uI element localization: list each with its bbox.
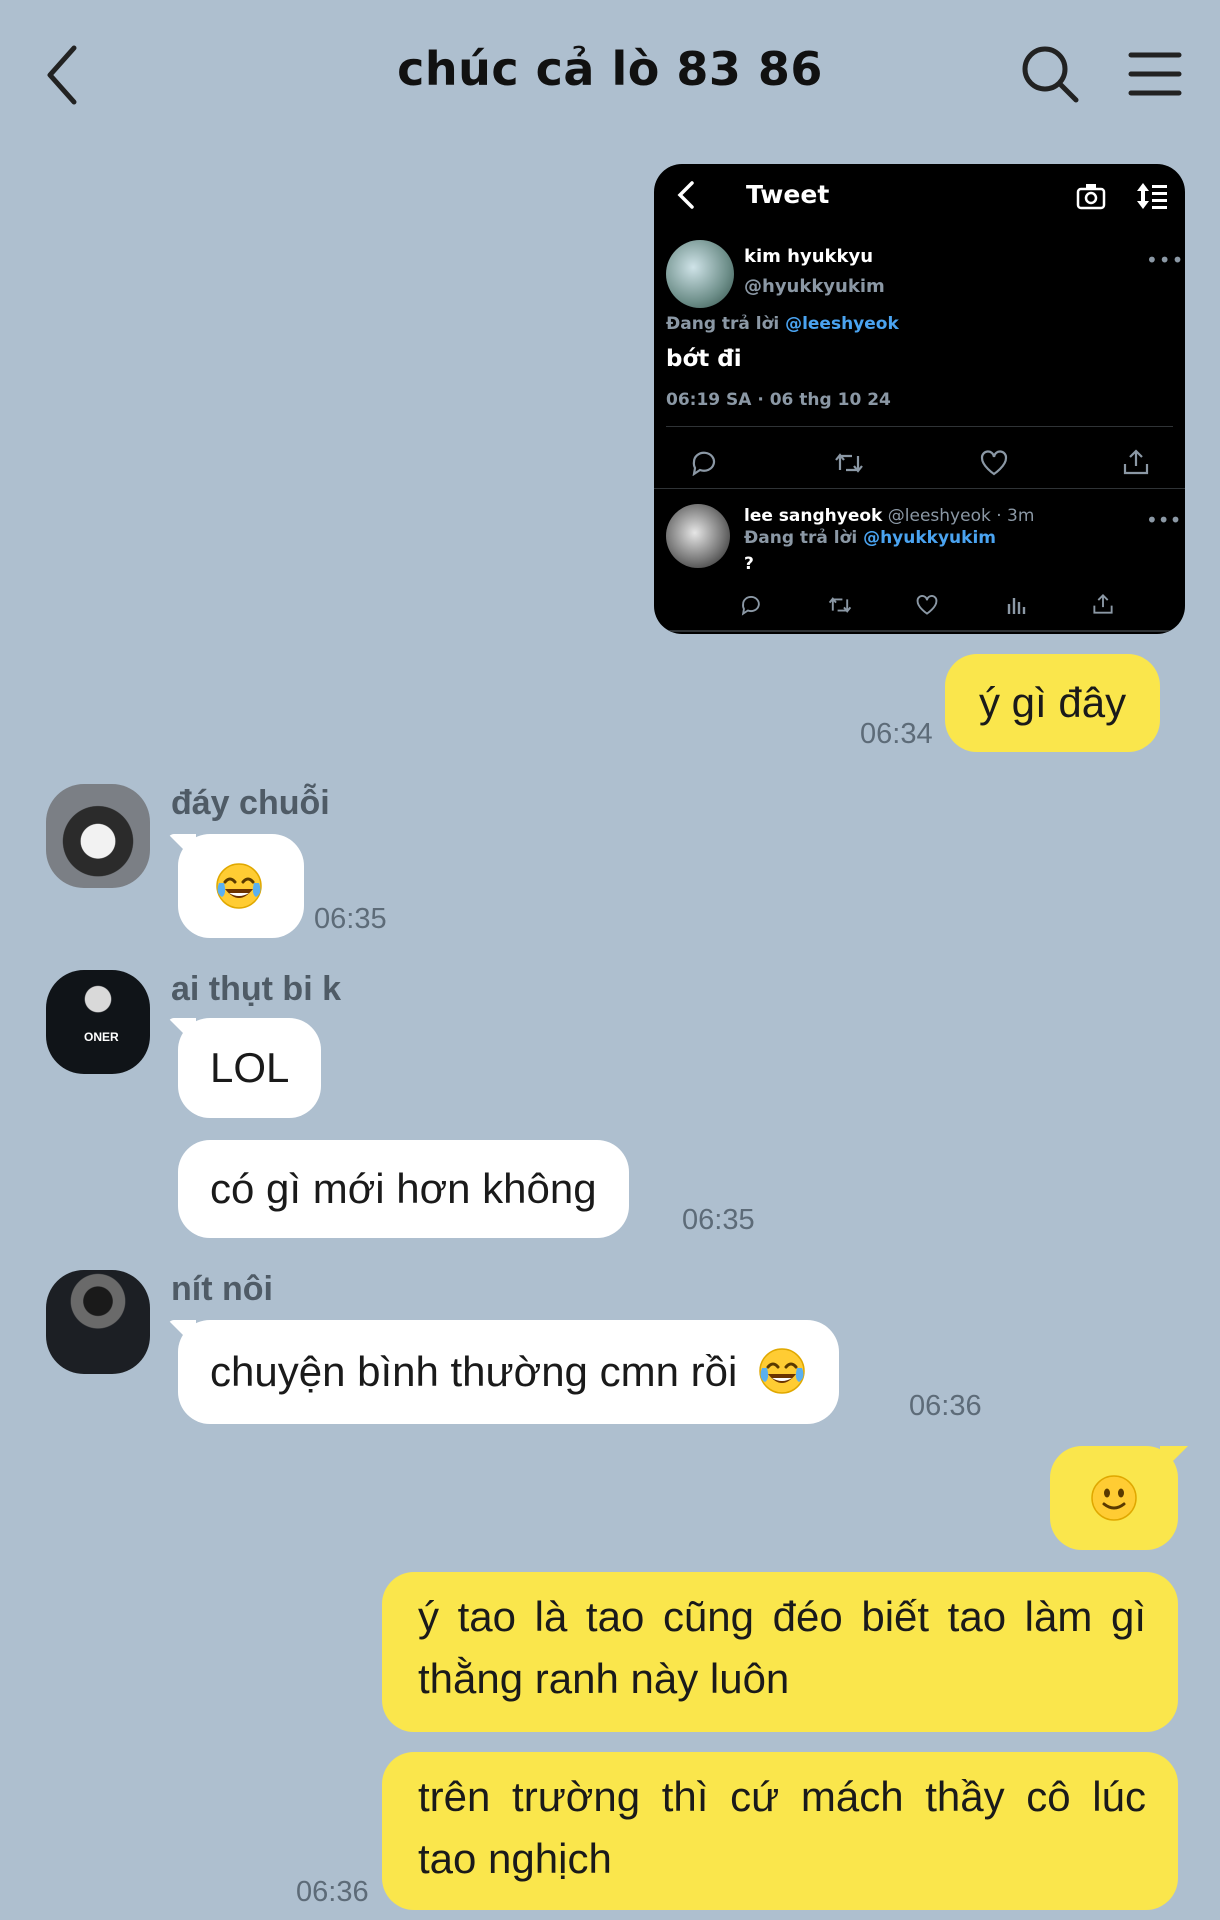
reply-replying-to: Đang trả lời @hyukkyukim	[744, 528, 996, 548]
reply-author: lee sanghyeok @leeshyeok · 3m	[744, 506, 1035, 526]
like-icon	[916, 595, 938, 615]
incoming-message-bubble[interactable]: chuyện bình thường cmn rồi	[178, 1320, 839, 1424]
menu-icon[interactable]	[1128, 50, 1182, 98]
message-text: ý tao là tao cũng đéo biết tao làm gì th…	[418, 1593, 1146, 1702]
divider	[654, 630, 1185, 632]
more-options-icon: •••	[1146, 508, 1182, 532]
tweet-replying-to: Đang trả lời @leeshyeok	[666, 314, 899, 334]
message-text: chuyện bình thường cmn rồi	[210, 1348, 738, 1395]
reply-icon	[692, 451, 716, 476]
share-icon	[1093, 594, 1113, 614]
like-icon	[980, 450, 1008, 476]
tweet-actions	[654, 442, 1185, 482]
face-with-tears-of-joy-icon	[759, 1348, 805, 1394]
message-text: trên trường thì cứ mách thầy cô lúc tao …	[418, 1773, 1146, 1882]
tweet-back-icon	[677, 181, 694, 209]
message-timestamp: 06:35	[682, 1204, 755, 1236]
retweet-icon	[828, 597, 852, 613]
tweet-text: bớt đi	[666, 346, 742, 372]
share-icon	[1123, 449, 1149, 475]
slightly-smiling-face-icon	[1091, 1475, 1137, 1521]
tweet-timestamp: 06:19 SA · 06 thg 10 24	[666, 390, 891, 410]
message-timestamp: 06:36	[909, 1390, 982, 1422]
incoming-message-bubble[interactable]: LOL	[178, 1018, 322, 1118]
incoming-message-bubble[interactable]	[178, 834, 304, 938]
message-timestamp: 06:36	[296, 1876, 369, 1908]
tweet-author-name: kim hyukkyu	[744, 246, 874, 267]
sender-name: đáy chuỗi	[171, 784, 330, 822]
outgoing-message-bubble[interactable]: trên trường thì cứ mách thầy cô lúc tao …	[382, 1752, 1178, 1910]
tweet-author-handle: @hyukkyukim	[744, 276, 885, 297]
sender-name: ai thụt bi k	[171, 970, 341, 1008]
search-icon[interactable]	[1020, 44, 1080, 104]
outgoing-message-bubble[interactable]: ý tao là tao cũng đéo biết tao làm gì th…	[382, 1572, 1178, 1732]
camera-icon	[1076, 184, 1106, 210]
tweet-topbar: Tweet	[654, 164, 1185, 226]
avatar[interactable]	[46, 1270, 150, 1374]
divider	[654, 488, 1185, 489]
message-text: có gì mới hơn không	[210, 1165, 597, 1212]
face-with-tears-of-joy-icon	[216, 863, 262, 909]
message-text: LOL	[210, 1044, 290, 1091]
incoming-message-bubble[interactable]: có gì mới hơn không	[178, 1140, 629, 1238]
outgoing-message-bubble[interactable]: ý gì đây	[945, 654, 1161, 752]
reply-text: ?	[744, 554, 754, 574]
reply-icon	[741, 596, 760, 616]
message-timestamp: 06:35	[314, 903, 387, 935]
reply-actions	[654, 590, 1185, 622]
outgoing-message-bubble[interactable]	[1050, 1446, 1178, 1550]
tweet-screen-title: Tweet	[746, 180, 830, 209]
message-timestamp: 06:34	[860, 718, 933, 750]
chat-header: chúc cả lò 83 86	[0, 0, 1220, 150]
message-text: ý gì đây	[979, 679, 1127, 726]
reply-author-avatar	[666, 504, 730, 568]
tweet-author-avatar	[666, 240, 734, 308]
sort-icon	[1137, 183, 1167, 209]
retweet-icon	[835, 453, 863, 473]
avatar-jersey-text: ONER	[84, 1030, 119, 1044]
avatar[interactable]: ONER	[46, 970, 150, 1074]
tweet-screenshot-image[interactable]: Tweet kim hyukkyu @hyukkyukim ••• Đang t…	[654, 164, 1185, 634]
views-icon	[1007, 598, 1026, 614]
sender-name: nít nôi	[171, 1270, 273, 1308]
avatar[interactable]	[46, 784, 150, 888]
divider	[666, 426, 1173, 427]
more-options-icon: •••	[1146, 248, 1185, 272]
